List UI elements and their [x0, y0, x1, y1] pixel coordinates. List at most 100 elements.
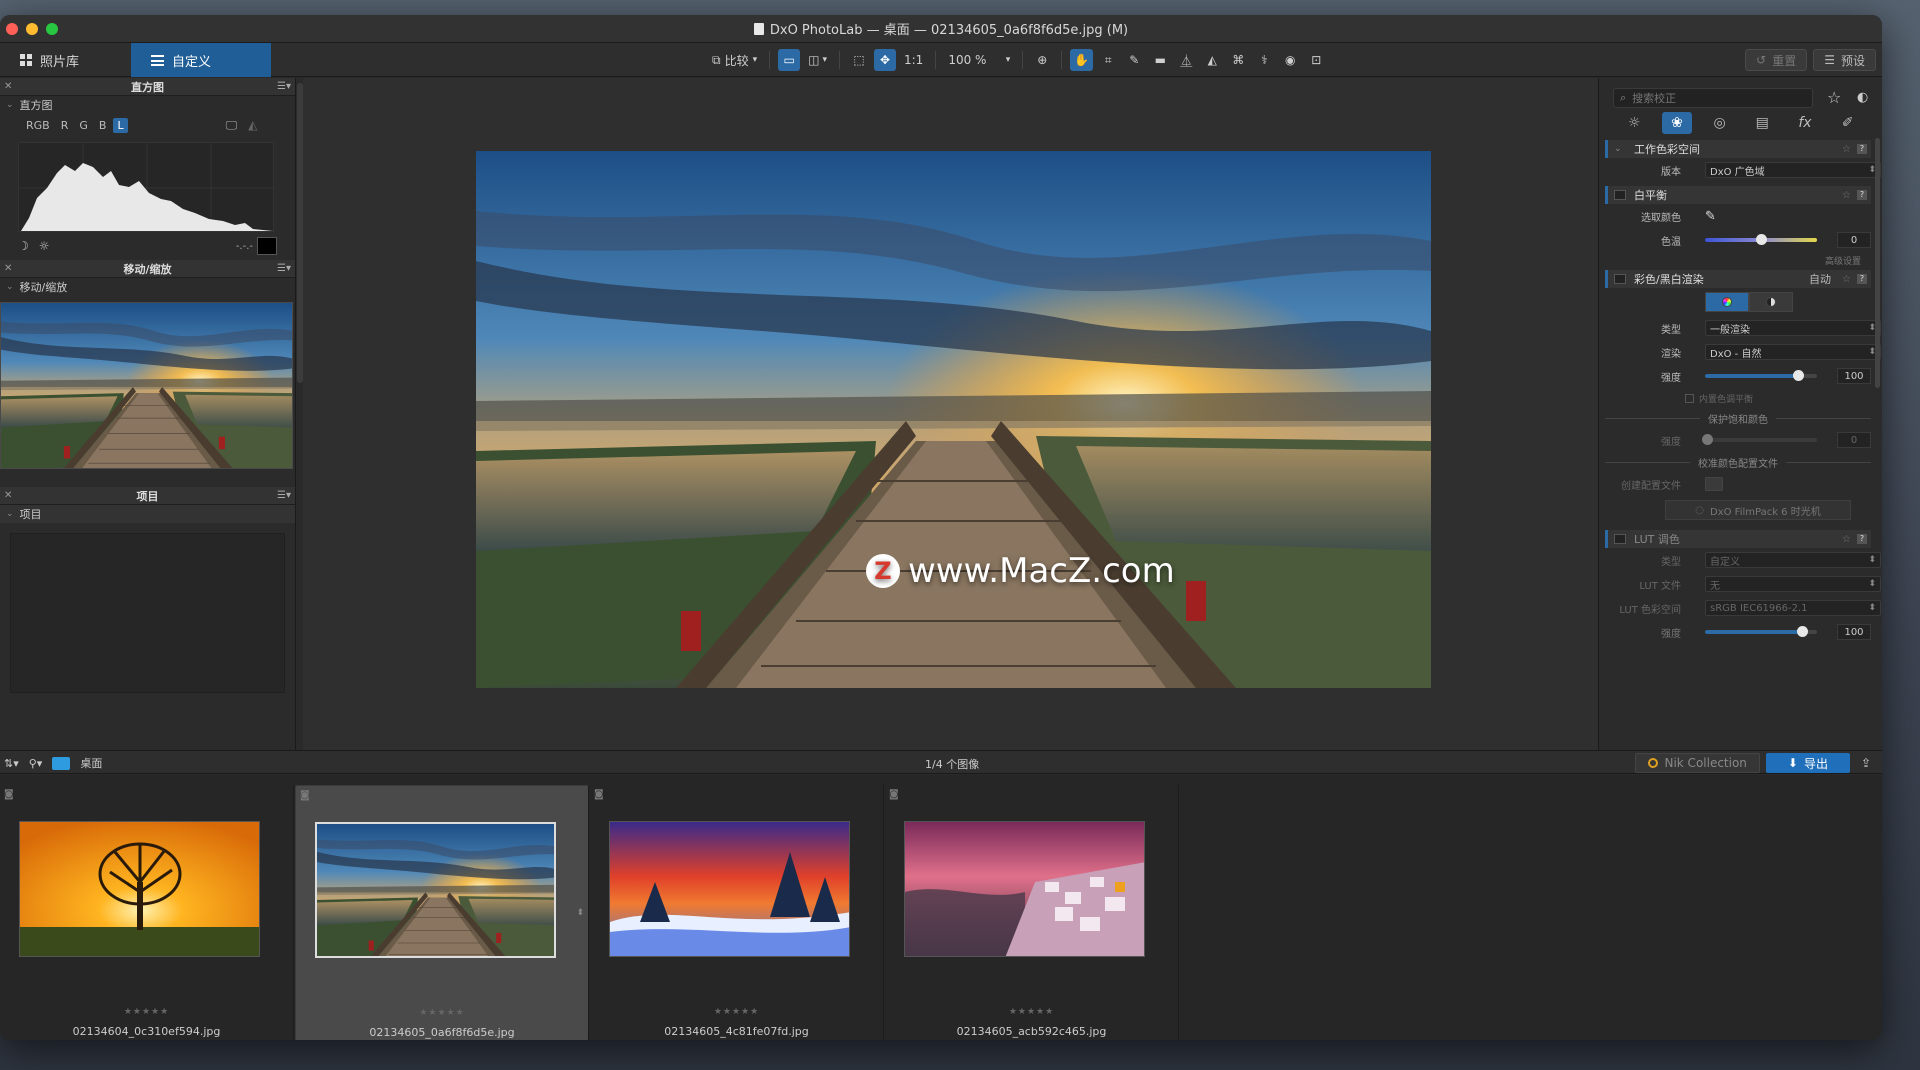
lut-toggle[interactable]	[1614, 534, 1626, 544]
reset-button[interactable]: ↺ 重置	[1745, 49, 1808, 71]
perspective-tool-button[interactable]: ⏅	[1175, 49, 1197, 71]
lut-header[interactable]: LUT 调色 ☆ ?	[1605, 530, 1871, 548]
tab-library[interactable]: 照片库	[0, 43, 130, 77]
thumbnail-cell-selected[interactable]: ◙ ★★★★★ 02134605_0a6f8f6d5e.jpg	[295, 785, 589, 1040]
protect-intensity-knob[interactable]	[1702, 434, 1714, 445]
rating-stars[interactable]: ★★★★★	[590, 1007, 883, 1017]
volume-tool-button[interactable]: ⌘	[1227, 49, 1249, 71]
navigator-preview[interactable]	[0, 302, 293, 469]
tab-geometry-icon[interactable]: ▤	[1747, 112, 1777, 134]
protect-intensity-value[interactable]: 0	[1837, 432, 1871, 448]
thumbnail-cell[interactable]: ◙ ★★★★★ 02134605_4c81fe07fd.jpg	[590, 785, 884, 1040]
split-view-button[interactable]: ◫ ▾	[804, 49, 831, 71]
move-button[interactable]: ✥	[874, 49, 896, 71]
sun-icon[interactable]: ☼	[39, 239, 50, 253]
moon-icon[interactable]: ☽	[18, 239, 29, 253]
thumbnail-image[interactable]	[315, 822, 556, 958]
navigator-subheader[interactable]: ⌄ 移动/缩放	[0, 278, 295, 296]
sort-icon[interactable]: ⇅▾	[4, 757, 19, 770]
projects-panel-header[interactable]: ✕ 项目 ☰▾	[0, 487, 295, 505]
filmpack-button[interactable]: ◌ DxO FilmPack 6 时光机	[1665, 500, 1851, 520]
close-icon[interactable]: ✕	[4, 263, 12, 274]
presets-button[interactable]: ☰ 预设	[1813, 49, 1876, 71]
version-select[interactable]: DxO 广色域	[1705, 162, 1881, 178]
zoom-select[interactable]: 100 % ▾	[944, 49, 1014, 71]
star-icon[interactable]: ☆	[1842, 144, 1851, 155]
color-rendering-header[interactable]: 彩色/黑白渲染 自动 ☆ ?	[1605, 270, 1871, 288]
thumbnail-image[interactable]	[609, 821, 850, 957]
tab-local-icon[interactable]: ✐	[1833, 112, 1863, 134]
rating-stars[interactable]: ★★★★★	[885, 1007, 1178, 1017]
histogram-subheader[interactable]: ⌄ 直方图	[0, 96, 295, 114]
moire-button[interactable]: ⊡	[1305, 49, 1327, 71]
create-profile-button[interactable]	[1705, 477, 1723, 491]
main-photo[interactable]: Z www.MacZ.com	[476, 151, 1431, 688]
clip-warning-icon[interactable]: ◭	[248, 118, 257, 132]
local-adjust-button[interactable]: ◭	[1201, 49, 1223, 71]
type-select[interactable]: 一般渲染	[1705, 320, 1881, 336]
tab-customize[interactable]: 自定义	[131, 43, 271, 77]
star-icon[interactable]: ☆	[1842, 190, 1851, 201]
close-icon[interactable]: ✕	[4, 490, 12, 501]
eye-button[interactable]: ◉	[1279, 49, 1301, 71]
horizon-tool-button[interactable]: ▬	[1149, 49, 1171, 71]
image-viewer[interactable]: Z www.MacZ.com	[303, 78, 1598, 750]
intensity-value[interactable]: 100	[1837, 368, 1871, 384]
tone-balance-checkbox[interactable]	[1685, 393, 1694, 403]
preview-button[interactable]: ⊕	[1031, 49, 1053, 71]
color-mode-button[interactable]	[1705, 292, 1749, 312]
help-icon[interactable]: ?	[1857, 190, 1867, 200]
thumbnail-image[interactable]	[19, 821, 260, 957]
channel-g[interactable]: G	[75, 118, 92, 133]
temperature-value[interactable]: 0	[1837, 232, 1871, 248]
panel-menu-icon[interactable]: ☰▾	[277, 263, 291, 274]
intensity-knob[interactable]	[1792, 370, 1804, 381]
monitor-icon[interactable]: 🖵	[226, 118, 238, 133]
hand-tool-button[interactable]: ✋	[1070, 49, 1094, 71]
search-input[interactable]	[1632, 91, 1803, 105]
white-balance-header[interactable]: 白平衡 ☆ ?	[1605, 186, 1871, 204]
thumbnail-image[interactable]	[904, 821, 1145, 957]
folder-name[interactable]: 桌面	[80, 755, 102, 771]
export-button[interactable]: ⬇ 导出	[1765, 753, 1850, 773]
single-view-button[interactable]: ▭	[778, 49, 801, 71]
tab-light-icon[interactable]: ☼	[1619, 112, 1649, 134]
protect-intensity-slider[interactable]	[1702, 434, 1817, 445]
right-scrollbar[interactable]	[1875, 138, 1880, 388]
render-select[interactable]: DxO - 自然	[1705, 344, 1881, 360]
panel-menu-icon[interactable]: ☰▾	[277, 81, 291, 92]
compare-button[interactable]: ⧉ 比较 ▾	[708, 49, 761, 71]
panel-menu-icon[interactable]: ☰▾	[277, 490, 291, 501]
tab-effects-icon[interactable]: fx	[1790, 112, 1820, 134]
favorite-star-icon[interactable]: ☆	[1827, 88, 1841, 107]
temperature-slider[interactable]	[1705, 234, 1817, 245]
tab-detail-icon[interactable]: ◎	[1705, 112, 1735, 134]
lut-type-select[interactable]: 自定义	[1705, 552, 1881, 568]
help-icon[interactable]: ?	[1857, 144, 1867, 154]
help-icon[interactable]: ?	[1857, 534, 1867, 544]
close-icon[interactable]: ✕	[4, 81, 12, 92]
fit-screen-button[interactable]: ⬚	[848, 49, 870, 71]
thumbnail-cell[interactable]: ◙ ★★★★★ 02134605_acb592c465.jpg	[885, 785, 1179, 1040]
channel-rgb[interactable]: RGB	[22, 118, 54, 133]
white-balance-toggle[interactable]	[1614, 190, 1626, 200]
working-color-space-header[interactable]: ⌄ 工作色彩空间 ☆ ?	[1605, 140, 1871, 158]
lut-intensity-knob[interactable]	[1797, 626, 1809, 637]
nik-collection-button[interactable]: Nik Collection	[1635, 753, 1760, 773]
lut-colorspace-select[interactable]: sRGB IEC61966-2.1	[1705, 600, 1881, 616]
lut-intensity-value[interactable]: 100	[1837, 624, 1871, 640]
projects-subheader[interactable]: ⌄ 项目	[0, 505, 295, 523]
temperature-knob[interactable]	[1756, 234, 1767, 245]
search-field[interactable]: ⌕	[1613, 88, 1813, 108]
minimize-window-button[interactable]	[26, 23, 38, 35]
thumbnail-cell[interactable]: ◙ ★★★★★ 02134604_0c310ef594.jpg	[0, 785, 294, 1040]
close-window-button[interactable]	[6, 23, 18, 35]
star-icon[interactable]: ☆	[1842, 534, 1851, 545]
rating-stars[interactable]: ★★★★★	[0, 1007, 293, 1017]
one-to-one-button[interactable]: 1:1	[900, 49, 927, 71]
lut-file-select[interactable]: 无	[1705, 576, 1881, 592]
white-balance-picker-button[interactable]: ✎	[1123, 49, 1145, 71]
share-button[interactable]: ⇪	[1856, 753, 1876, 773]
projects-list[interactable]	[10, 533, 285, 693]
zoom-window-button[interactable]	[46, 23, 58, 35]
